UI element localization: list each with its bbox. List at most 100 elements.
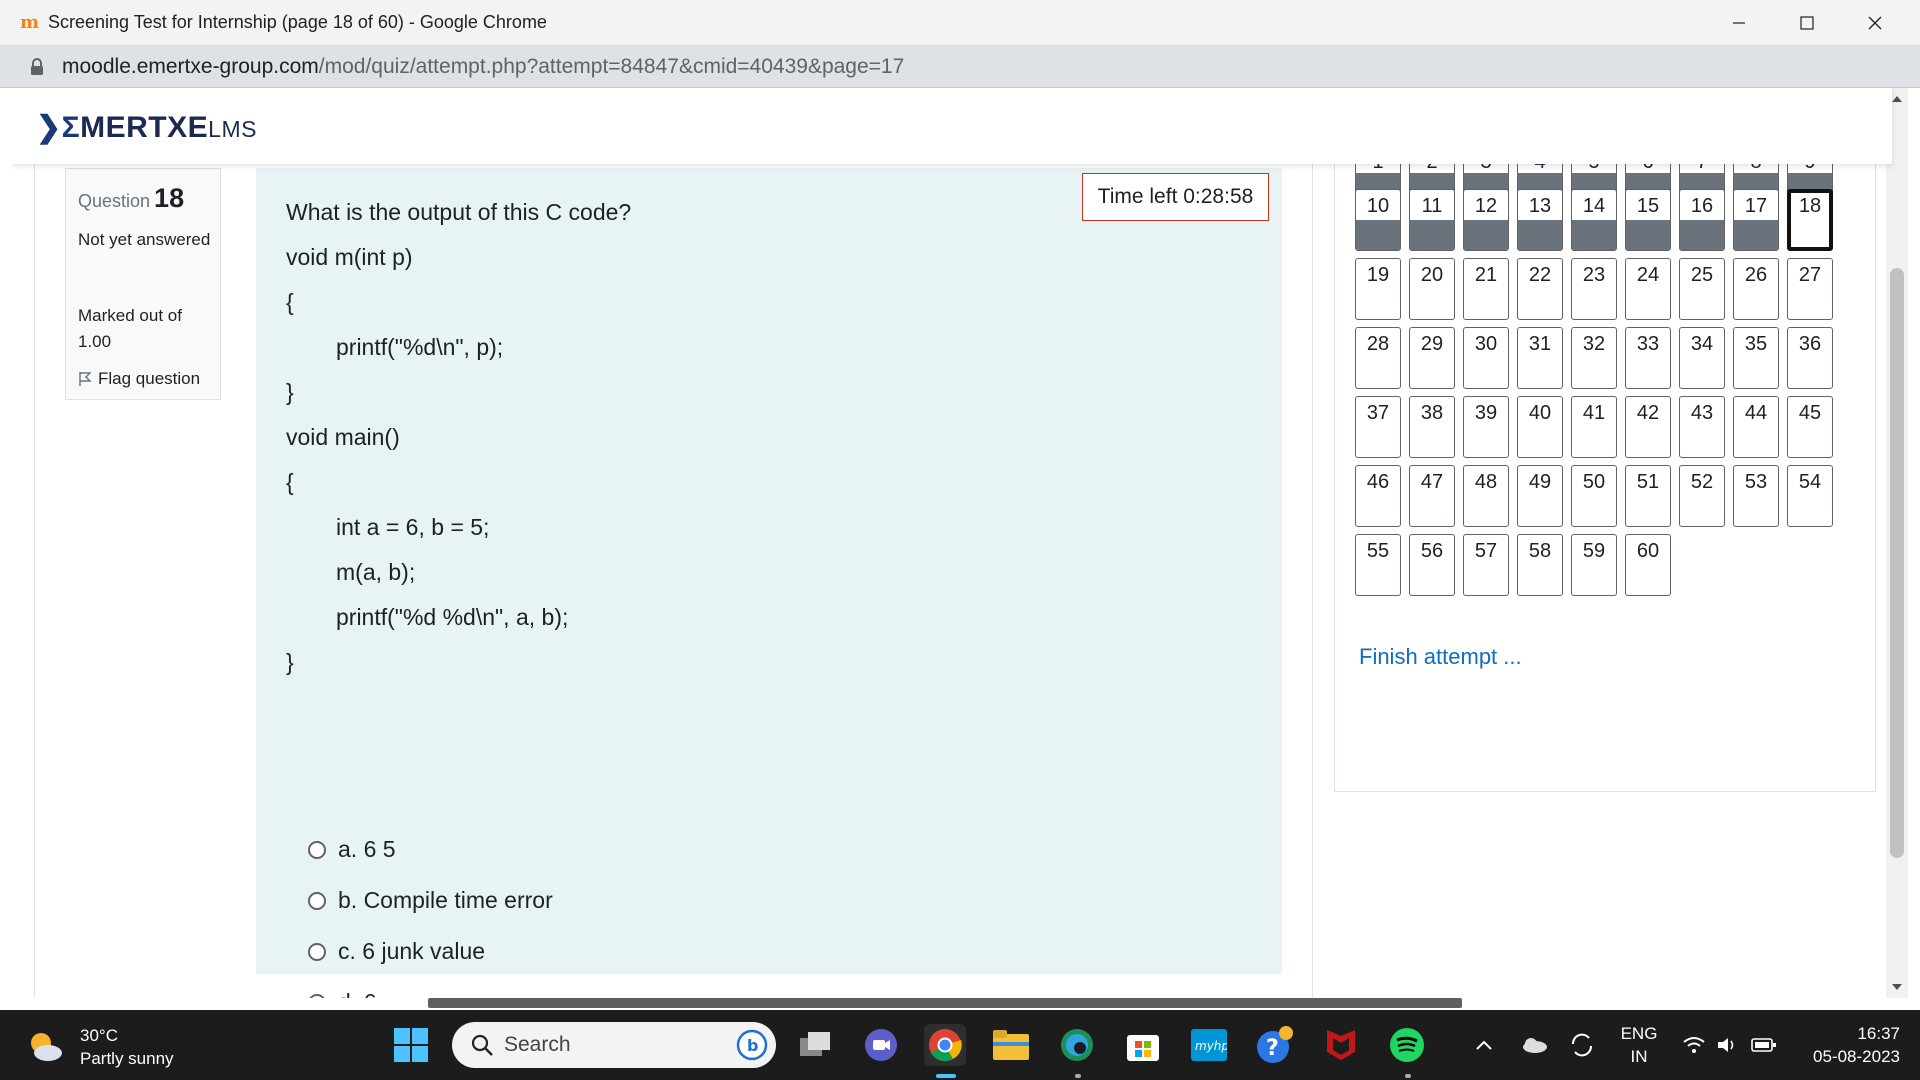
quiz-nav-button[interactable]: 55 xyxy=(1355,534,1401,596)
answer-option-d[interactable]: d. 6 xyxy=(308,977,553,998)
answer-option-c[interactable]: c. 6 junk value xyxy=(308,926,553,977)
onedrive-cloud-icon[interactable] xyxy=(1514,1024,1554,1066)
answer-option-a[interactable]: a. 6 5 xyxy=(308,824,553,875)
battery-icon[interactable] xyxy=(1746,1024,1782,1066)
quiz-nav-button[interactable]: 58 xyxy=(1517,534,1563,596)
myhp-icon[interactable]: myhp xyxy=(1188,1024,1230,1066)
quiz-nav-button[interactable]: 38 xyxy=(1409,396,1455,458)
quiz-nav-button[interactable]: 37 xyxy=(1355,396,1401,458)
quiz-nav-button[interactable]: 52 xyxy=(1679,465,1725,527)
quiz-nav-button[interactable]: 32 xyxy=(1571,327,1617,389)
quiz-nav-button[interactable]: 31 xyxy=(1517,327,1563,389)
bing-icon[interactable]: b xyxy=(736,1029,768,1061)
quiz-nav-button[interactable]: 16 xyxy=(1679,189,1725,251)
quiz-nav-button[interactable]: 15 xyxy=(1625,189,1671,251)
quiz-nav-button[interactable]: 51 xyxy=(1625,465,1671,527)
vertical-scrollbar[interactable] xyxy=(1886,88,1908,998)
sync-icon[interactable] xyxy=(1562,1024,1602,1066)
radio-button[interactable] xyxy=(308,993,326,998)
system-clock[interactable]: 16:37 05-08-2023 xyxy=(1796,1022,1900,1068)
quiz-nav-button[interactable]: 19 xyxy=(1355,258,1401,320)
quiz-nav-button[interactable]: 42 xyxy=(1625,396,1671,458)
quiz-nav-button[interactable]: 60 xyxy=(1625,534,1671,596)
maximize-button[interactable] xyxy=(1780,0,1834,46)
task-view-icon[interactable] xyxy=(794,1024,836,1066)
quiz-nav-button[interactable]: 41 xyxy=(1571,396,1617,458)
quiz-nav-button[interactable]: 11 xyxy=(1409,189,1455,251)
quiz-nav-button[interactable]: 53 xyxy=(1733,465,1779,527)
taskbar-search[interactable]: Search b xyxy=(452,1022,776,1068)
scrollbar-thumb[interactable] xyxy=(1890,268,1904,858)
answered-indicator xyxy=(1680,220,1724,250)
quiz-nav-button[interactable]: 29 xyxy=(1409,327,1455,389)
address-bar[interactable]: moodle.emertxe-group.com/mod/quiz/attemp… xyxy=(0,46,1920,88)
answer-option-b[interactable]: b. Compile time error xyxy=(308,875,553,926)
show-hidden-icons-chevron-icon[interactable] xyxy=(1464,1024,1504,1066)
get-help-icon[interactable]: ? xyxy=(1254,1024,1296,1066)
windows-taskbar: 30°C Partly sunny Search b myhp ? ENG IN… xyxy=(0,1010,1920,1080)
spotify-icon[interactable] xyxy=(1386,1024,1428,1066)
quiz-nav-button[interactable]: 47 xyxy=(1409,465,1455,527)
quiz-nav-button[interactable]: 12 xyxy=(1463,189,1509,251)
minimize-button[interactable] xyxy=(1712,0,1766,46)
quiz-nav-button[interactable]: 57 xyxy=(1463,534,1509,596)
weather-widget[interactable]: 30°C Partly sunny xyxy=(26,1024,174,1070)
quiz-nav-button[interactable]: 30 xyxy=(1463,327,1509,389)
radio-button[interactable] xyxy=(308,840,326,859)
quiz-nav-button[interactable]: 23 xyxy=(1571,258,1617,320)
quiz-nav-button[interactable]: 28 xyxy=(1355,327,1401,389)
question-prompt: What is the output of this C code? xyxy=(286,199,632,225)
start-button[interactable] xyxy=(390,1024,432,1066)
edge-icon[interactable] xyxy=(1056,1024,1098,1066)
emertxe-logo[interactable]: ❯ΣMERTXELMS xyxy=(36,110,257,145)
quiz-nav-button[interactable]: 36 xyxy=(1787,327,1833,389)
quiz-nav-button-current[interactable]: 18 xyxy=(1787,189,1833,251)
mcafee-icon[interactable] xyxy=(1320,1024,1362,1066)
quiz-nav-button[interactable]: 35 xyxy=(1733,327,1779,389)
quiz-nav-button[interactable]: 33 xyxy=(1625,327,1671,389)
volume-icon[interactable] xyxy=(1710,1024,1746,1066)
quiz-nav-button[interactable]: 27 xyxy=(1787,258,1833,320)
lock-icon[interactable] xyxy=(30,58,44,76)
microsoft-store-icon[interactable] xyxy=(1122,1024,1164,1066)
quiz-nav-button[interactable]: 54 xyxy=(1787,465,1833,527)
quiz-nav-button[interactable]: 46 xyxy=(1355,465,1401,527)
teams-chat-icon[interactable] xyxy=(860,1024,902,1066)
quiz-nav-button[interactable]: 59 xyxy=(1571,534,1617,596)
wifi-icon[interactable] xyxy=(1676,1024,1712,1066)
logo-chevron-icon: ❯Σ xyxy=(36,111,81,144)
quiz-nav-button[interactable]: 44 xyxy=(1733,396,1779,458)
quiz-nav-button[interactable]: 14 xyxy=(1571,189,1617,251)
scroll-down-arrow-icon[interactable] xyxy=(1892,984,1902,990)
radio-button[interactable] xyxy=(308,891,326,910)
quiz-nav-button[interactable]: 45 xyxy=(1787,396,1833,458)
quiz-nav-button[interactable]: 49 xyxy=(1517,465,1563,527)
close-button[interactable] xyxy=(1848,0,1902,46)
quiz-nav-button[interactable]: 20 xyxy=(1409,258,1455,320)
quiz-nav-button[interactable]: 17 xyxy=(1733,189,1779,251)
quiz-nav-button[interactable]: 13 xyxy=(1517,189,1563,251)
scroll-up-arrow-icon[interactable] xyxy=(1892,96,1902,102)
quiz-nav-button[interactable]: 39 xyxy=(1463,396,1509,458)
quiz-nav-button[interactable]: 21 xyxy=(1463,258,1509,320)
quiz-nav-button[interactable]: 24 xyxy=(1625,258,1671,320)
quiz-nav-button[interactable]: 50 xyxy=(1571,465,1617,527)
quiz-nav-button[interactable]: 34 xyxy=(1679,327,1725,389)
quiz-nav-button[interactable]: 25 xyxy=(1679,258,1725,320)
url-text[interactable]: moodle.emertxe-group.com/mod/quiz/attemp… xyxy=(62,55,904,79)
maximize-icon xyxy=(1800,16,1814,30)
quiz-nav-button[interactable]: 26 xyxy=(1733,258,1779,320)
quiz-nav-button[interactable]: 10 xyxy=(1355,189,1401,251)
quiz-nav-button[interactable]: 56 xyxy=(1409,534,1455,596)
quiz-nav-button[interactable]: 22 xyxy=(1517,258,1563,320)
radio-button[interactable] xyxy=(308,942,326,961)
horizontal-scrollbar[interactable] xyxy=(428,998,1462,1008)
quiz-nav-button[interactable]: 43 xyxy=(1679,396,1725,458)
flag-question-link[interactable]: Flag question xyxy=(78,369,200,389)
finish-attempt-link[interactable]: Finish attempt ... xyxy=(1359,644,1522,670)
quiz-nav-button[interactable]: 40 xyxy=(1517,396,1563,458)
chrome-icon[interactable] xyxy=(924,1024,966,1066)
file-explorer-icon[interactable] xyxy=(990,1024,1032,1066)
language-indicator[interactable]: ENG IN xyxy=(1614,1022,1664,1068)
quiz-nav-button[interactable]: 48 xyxy=(1463,465,1509,527)
